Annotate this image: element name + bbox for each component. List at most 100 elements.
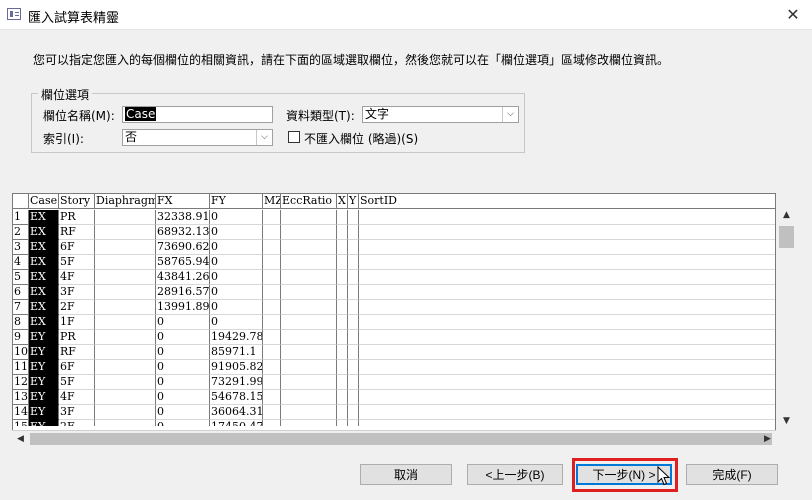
column-header-fy[interactable]: FY (210, 194, 263, 209)
table-row[interactable]: 6 EX 3F 28916.57 0 (13, 285, 775, 300)
table-cell: 2F (59, 420, 95, 426)
scroll-right-icon[interactable]: ▶ (759, 431, 776, 447)
data-type-select[interactable]: 文字 ⌵ (362, 106, 519, 123)
table-cell (337, 420, 348, 426)
field-name-value: Case (125, 107, 157, 121)
table-cell: EX (29, 255, 59, 270)
horizontal-scrollbar[interactable]: ◀ ▶ (12, 430, 776, 446)
table-row[interactable]: 12 EY 5F 0 73291.99 (13, 375, 775, 390)
chevron-down-icon[interactable]: ⌵ (256, 130, 272, 145)
back-button[interactable]: <上一步(B) (467, 464, 563, 485)
table-cell (263, 240, 281, 255)
vertical-scrollbar[interactable]: ▲ ▼ (778, 207, 795, 430)
table-cell: PR (59, 210, 95, 225)
table-cell (359, 255, 775, 270)
table-cell (95, 405, 156, 420)
table-row[interactable]: 7 EX 2F 13991.89 0 (13, 300, 775, 315)
table-cell (281, 315, 337, 330)
table-cell (263, 285, 281, 300)
column-header-y[interactable]: Y (348, 194, 359, 209)
table-cell (359, 420, 775, 426)
table-cell (348, 255, 359, 270)
table-cell (281, 360, 337, 375)
table-cell (281, 300, 337, 315)
column-header-fx[interactable]: FX (156, 194, 210, 209)
row-number: 5 (13, 270, 29, 285)
table-cell (337, 225, 348, 240)
column-header-case[interactable]: Case (29, 194, 59, 209)
table-cell (95, 225, 156, 240)
vertical-scroll-thumb[interactable] (779, 226, 794, 248)
column-header-x[interactable]: X (337, 194, 348, 209)
table-cell: EX (29, 225, 59, 240)
column-header-story[interactable]: Story (59, 194, 95, 209)
table-cell: 0 (210, 210, 263, 225)
table-row[interactable]: 5 EX 4F 43841.26 0 (13, 270, 775, 285)
table-cell: 1F (59, 315, 95, 330)
table-cell (337, 270, 348, 285)
horizontal-scroll-thumb[interactable] (30, 433, 772, 445)
table-cell (359, 300, 775, 315)
close-button[interactable]: ✕ (782, 4, 804, 26)
table-cell: EX (29, 300, 59, 315)
table-cell (95, 255, 156, 270)
table-cell: 0 (156, 405, 210, 420)
table-cell (281, 210, 337, 225)
chevron-down-icon[interactable]: ⌵ (502, 107, 518, 122)
table-row[interactable]: 15EY2F 017450.47 (13, 420, 775, 426)
table-cell: EY (29, 330, 59, 345)
column-header-sortid[interactable]: SortID (359, 194, 775, 209)
table-cell (95, 345, 156, 360)
table-cell (281, 255, 337, 270)
data-preview-grid[interactable]: CaseStoryDiaphragmFXFYMZEccRatioXYSortID… (12, 193, 776, 446)
table-cell (337, 390, 348, 405)
table-cell (337, 330, 348, 345)
table-row[interactable]: 11 EY 6F 0 91905.82 (13, 360, 775, 375)
table-cell (348, 405, 359, 420)
table-cell: 3F (59, 405, 95, 420)
table-row[interactable]: 8 EX 1F 0 0 (13, 315, 775, 330)
table-row[interactable]: 1 EX PR 32338.91 0 (13, 210, 775, 225)
cancel-button[interactable]: 取消 (360, 464, 452, 485)
table-cell (337, 210, 348, 225)
table-cell: 0 (156, 420, 210, 426)
table-cell (348, 330, 359, 345)
scroll-down-icon[interactable]: ▼ (778, 413, 795, 430)
table-cell (95, 420, 156, 426)
table-row[interactable]: 2 EX RF 68932.13 0 (13, 225, 775, 240)
row-number: 11 (13, 360, 29, 375)
table-row[interactable]: 9 EY PR 0 19429.78 (13, 330, 775, 345)
table-cell (359, 345, 775, 360)
table-row[interactable]: 4 EX 5F 58765.94 0 (13, 255, 775, 270)
column-header-mz[interactable]: MZ (263, 194, 281, 209)
skip-field-checkbox[interactable] (288, 131, 300, 143)
data-type-value: 文字 (365, 107, 390, 121)
table-cell (359, 390, 775, 405)
table-cell: 0 (210, 240, 263, 255)
index-select[interactable]: 否 ⌵ (122, 129, 273, 146)
table-row[interactable]: 10 EY RF 0 85971.1 (13, 345, 775, 360)
table-cell: 0 (156, 330, 210, 345)
table-cell (337, 375, 348, 390)
field-options-legend: 欄位選項 (38, 86, 93, 103)
table-cell: 0 (210, 270, 263, 285)
table-row[interactable]: 13 EY 4F 0 54678.15 (13, 390, 775, 405)
table-cell (337, 300, 348, 315)
column-header-eccratio[interactable]: EccRatio (281, 194, 337, 209)
table-row[interactable]: 3 EX 6F 73690.62 0 (13, 240, 775, 255)
table-cell: EX (29, 270, 59, 285)
table-cell (348, 345, 359, 360)
table-cell (348, 360, 359, 375)
table-cell: 6F (59, 360, 95, 375)
table-cell: 0 (156, 315, 210, 330)
scroll-up-icon[interactable]: ▲ (778, 207, 795, 224)
finish-button[interactable]: 完成(F) (686, 464, 778, 485)
column-header-diaphragm[interactable]: Diaphragm (95, 194, 156, 209)
row-number: 9 (13, 330, 29, 345)
field-name-input[interactable]: Case (122, 106, 273, 123)
table-row[interactable]: 14 EY 3F 0 36064.31 (13, 405, 775, 420)
row-number: 13 (13, 390, 29, 405)
scroll-left-icon[interactable]: ◀ (12, 431, 29, 447)
table-cell: EY (29, 390, 59, 405)
table-cell: EX (29, 315, 59, 330)
